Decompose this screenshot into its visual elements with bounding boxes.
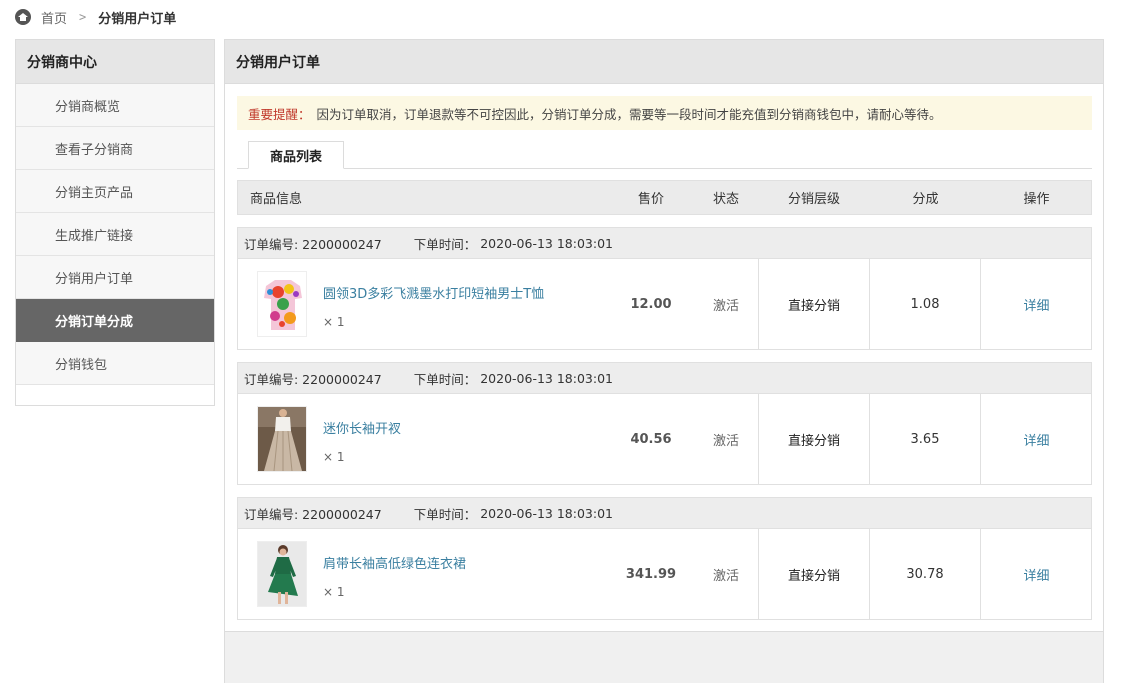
order-header: 订单编号: 2200000247 下单时间： 2020-06-13 18:03:…	[238, 228, 1091, 259]
tab-product-list[interactable]: 商品列表	[248, 141, 344, 169]
dress-image[interactable]	[257, 541, 307, 607]
column-header-price: 售价	[637, 192, 664, 207]
order-share: 1.08	[870, 259, 981, 349]
product-name-link[interactable]: 圆领3D多彩飞溅墨水打印短袖男士T恤	[323, 283, 544, 302]
order-price: 12.00	[630, 296, 672, 312]
order-number: 订单编号: 2200000247	[244, 371, 382, 387]
sidebar-item-wallet[interactable]: 分销钱包	[16, 342, 214, 385]
order-share: 3.65	[870, 394, 981, 484]
order-card: 订单编号: 2200000247 下单时间： 2020-06-13 18:03:…	[237, 497, 1092, 620]
sidebar: 分销商中心 分销商概览 查看子分销商 分销主页产品 生成推广链接 分销用户订单 …	[15, 39, 215, 406]
order-time: 2020-06-13 18:03:01	[480, 235, 613, 251]
order-level: 直接分销	[758, 529, 870, 619]
breadcrumb: 首页 > 分销用户订单	[15, 0, 176, 34]
order-status: 激活	[712, 433, 739, 449]
sidebar-item-user-orders[interactable]: 分销用户订单	[16, 256, 214, 299]
order-time: 2020-06-13 18:03:01	[480, 370, 613, 386]
order-card: 订单编号: 2200000247 下单时间： 2020-06-13 18:03:…	[237, 227, 1092, 350]
product-name-link[interactable]: 迷你长袖开衩	[323, 418, 401, 437]
page-title: 分销用户订单	[225, 40, 1103, 84]
order-share: 30.78	[870, 529, 981, 619]
order-number: 订单编号: 2200000247	[244, 506, 382, 522]
order-price: 40.56	[630, 431, 672, 447]
sidebar-item-sub-distributors[interactable]: 查看子分销商	[16, 127, 214, 170]
sidebar-item-home-products[interactable]: 分销主页产品	[16, 170, 214, 213]
order-time: 2020-06-13 18:03:01	[480, 505, 613, 521]
column-header-action: 操作	[1023, 192, 1050, 207]
order-status: 激活	[712, 298, 739, 314]
order-header: 订单编号: 2200000247 下单时间： 2020-06-13 18:03:…	[238, 363, 1091, 394]
column-header-level: 分销层级	[787, 192, 840, 207]
order-time-label: 下单时间：	[413, 371, 477, 387]
notice-text: 因为订单取消，订单退款等不可控因此，分销订单分成，需要等一段时间才能充值到分销商…	[316, 106, 942, 122]
order-level: 直接分销	[758, 259, 870, 349]
order-number: 订单编号: 2200000247	[244, 236, 382, 252]
main-panel: 分销用户订单 重要提醒： 因为订单取消，订单退款等不可控因此，分销订单分成，需要…	[224, 39, 1104, 683]
order-status: 激活	[712, 568, 739, 584]
panel-footer	[225, 631, 1103, 683]
product-quantity: × 1	[323, 450, 345, 464]
sidebar-item-promo-link[interactable]: 生成推广链接	[16, 213, 214, 256]
order-row: 肩带长袖高低绿色连衣裙 × 1 341.99 激活 直接分销 30.78 详细	[238, 529, 1091, 619]
tab-bar: 商品列表	[237, 141, 1092, 169]
product-quantity: × 1	[323, 315, 345, 329]
order-price: 341.99	[625, 566, 677, 582]
product-quantity: × 1	[323, 585, 345, 599]
sidebar-title: 分销商中心	[16, 40, 214, 84]
column-header-status: 状态	[712, 192, 739, 207]
notice-banner: 重要提醒： 因为订单取消，订单退款等不可控因此，分销订单分成，需要等一段时间才能…	[237, 96, 1092, 130]
column-header-share: 分成	[912, 192, 939, 207]
order-card: 订单编号: 2200000247 下单时间： 2020-06-13 18:03:…	[237, 362, 1092, 485]
detail-link[interactable]: 详细	[981, 529, 1092, 619]
order-level: 直接分销	[758, 394, 870, 484]
order-row: 圆领3D多彩飞溅墨水打印短袖男士T恤 × 1 12.00 激活 直接分销 1.0…	[238, 259, 1091, 349]
order-time-label: 下单时间：	[413, 506, 477, 522]
breadcrumb-home-link[interactable]: 首页	[41, 8, 67, 27]
sidebar-item-overview[interactable]: 分销商概览	[16, 84, 214, 127]
table-header: 商品信息 售价 状态 分销层级 分成 操作	[237, 180, 1092, 215]
home-icon[interactable]	[15, 9, 31, 25]
column-header-info: 商品信息	[250, 192, 303, 207]
tshirt-image[interactable]	[257, 271, 307, 337]
order-header: 订单编号: 2200000247 下单时间： 2020-06-13 18:03:…	[238, 498, 1091, 529]
order-time-label: 下单时间：	[413, 236, 477, 252]
detail-link[interactable]: 详细	[981, 259, 1092, 349]
detail-link[interactable]: 详细	[981, 394, 1092, 484]
skirt-image[interactable]	[257, 406, 307, 472]
product-name-link[interactable]: 肩带长袖高低绿色连衣裙	[323, 553, 466, 572]
order-row: 迷你长袖开衩 × 1 40.56 激活 直接分销 3.65 详细	[238, 394, 1091, 484]
breadcrumb-separator: >	[79, 10, 87, 24]
notice-label: 重要提醒：	[248, 106, 311, 122]
breadcrumb-current: 分销用户订单	[98, 11, 177, 27]
sidebar-item-order-share[interactable]: 分销订单分成	[16, 299, 214, 342]
